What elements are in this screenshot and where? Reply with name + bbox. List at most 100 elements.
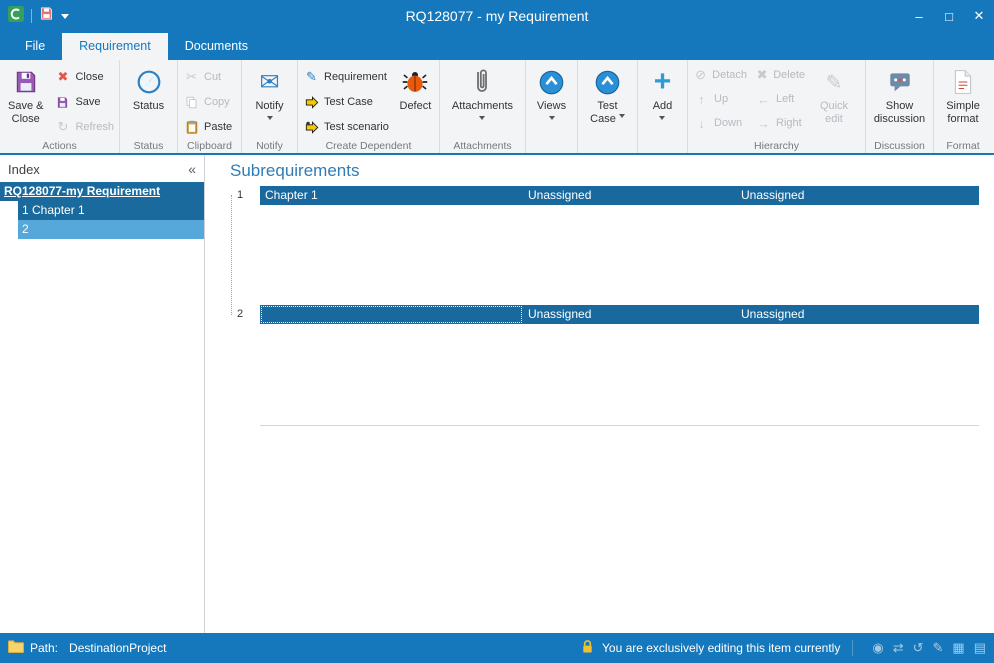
- status-compass-icon: [136, 66, 162, 98]
- quick-access-chevron-icon[interactable]: [61, 14, 69, 23]
- pencil-icon[interactable]: ✎: [933, 640, 944, 656]
- group-label-create-dependent: Create Dependent: [298, 140, 439, 153]
- tab-requirement[interactable]: Requirement: [62, 33, 168, 60]
- dropdown-chevron-icon: [479, 116, 485, 123]
- collapse-sidebar-icon[interactable]: «: [188, 161, 196, 177]
- close-window-button[interactable]: ✕: [964, 0, 994, 32]
- refresh-button[interactable]: ↻ Refresh: [50, 117, 118, 137]
- group-label-attachments: Attachments: [440, 140, 525, 153]
- show-discussion-button[interactable]: Show discussion: [869, 62, 931, 140]
- quick-save-icon[interactable]: [39, 6, 54, 26]
- test-case-arrow-icon: [303, 95, 320, 109]
- delete-button[interactable]: ✖ Delete: [751, 65, 809, 85]
- tab-documents[interactable]: Documents: [168, 33, 265, 60]
- window-controls: – □ ✕: [904, 0, 994, 32]
- tree-item-2[interactable]: 2: [18, 220, 204, 239]
- dropdown-chevron-icon: [267, 116, 273, 123]
- move-right-button[interactable]: → Right: [751, 113, 809, 133]
- subrequirement-row[interactable]: Chapter 1 Unassigned Unassigned: [260, 186, 979, 205]
- close-item-button[interactable]: ✖ Close: [50, 67, 118, 87]
- subrequirement-row[interactable]: Unassigned Unassigned: [260, 305, 979, 324]
- ribbon-group-discussion: Show discussion Discussion: [866, 60, 934, 153]
- save-and-close-button[interactable]: Save & Close: [1, 62, 50, 140]
- titlebar: RQ128077 - my Requirement – □ ✕: [0, 0, 994, 32]
- app-window: RQ128077 - my Requirement – □ ✕ File Req…: [0, 0, 994, 663]
- target-icon[interactable]: ◉: [872, 640, 883, 656]
- maximize-button[interactable]: □: [934, 0, 964, 32]
- minimize-button[interactable]: –: [904, 0, 934, 32]
- detach-icon: ⊘: [693, 67, 708, 83]
- section-divider: [260, 425, 979, 426]
- ribbon-group-add: + Add: [638, 60, 688, 153]
- row-assignee-cell[interactable]: Unassigned: [523, 186, 736, 205]
- quick-access-toolbar: [0, 6, 69, 27]
- titlebar-separator: [31, 9, 32, 23]
- copy-icon: [183, 96, 200, 109]
- ribbon-group-notify: ✉ Notify Notify: [242, 60, 298, 153]
- speech-bubble-icon: [887, 66, 913, 98]
- swap-arrows-icon[interactable]: ⇄: [893, 640, 904, 656]
- views-sphere-icon: [538, 66, 565, 98]
- simple-format-button[interactable]: Simple format: [937, 62, 989, 140]
- tree-item-requirement-root[interactable]: RQ128077-my Requirement: [0, 182, 204, 201]
- ribbon-group-attachments: Attachments Attachments: [440, 60, 526, 153]
- move-down-button[interactable]: ↓ Down: [689, 113, 751, 133]
- attachments-button[interactable]: Attachments: [450, 62, 515, 140]
- row-name-cell-focused[interactable]: [260, 305, 523, 324]
- notify-button[interactable]: ✉ Notify: [253, 62, 285, 140]
- exclusive-editing-notice: You are exclusively editing this item cu…: [602, 641, 840, 655]
- section-heading: Subrequirements: [230, 161, 359, 181]
- row-assignee-cell[interactable]: Unassigned: [736, 305, 979, 324]
- create-requirement-button[interactable]: ✎ Requirement: [299, 67, 393, 87]
- lock-icon: [581, 639, 594, 657]
- subrequirements-panel: Subrequirements 1 Chapter 1 Unassigned U…: [205, 155, 994, 633]
- create-test-case-button[interactable]: Test Case: [299, 92, 393, 112]
- test-case-button[interactable]: Test Case: [583, 62, 633, 140]
- scissors-icon: ✂: [183, 69, 200, 85]
- status-button[interactable]: Status: [131, 62, 166, 140]
- app-icon[interactable]: [8, 6, 24, 27]
- index-sidebar: Index « RQ128077-my Requirement 1 Chapte…: [0, 155, 205, 633]
- group-label-discussion: Discussion: [866, 140, 933, 153]
- create-test-scenario-button[interactable]: Test scenario: [299, 117, 393, 137]
- pencil-icon: ✎: [826, 66, 843, 98]
- move-up-button[interactable]: ↑ Up: [689, 89, 751, 109]
- paste-button[interactable]: Paste: [179, 117, 236, 137]
- pen-icon: ✎: [303, 69, 320, 85]
- dropdown-chevron-icon: [659, 116, 665, 123]
- row-assignee-cell[interactable]: Unassigned: [736, 186, 979, 205]
- path-label: Path:: [30, 641, 58, 655]
- save-icon: [13, 66, 39, 98]
- rows-icon[interactable]: ▤: [974, 640, 986, 656]
- create-defect-button[interactable]: Defect: [393, 62, 438, 140]
- save-button[interactable]: Save: [50, 92, 118, 112]
- ribbon-group-hierarchy: ⊘ Detach ✖ Delete ↑ Up ← Left: [688, 60, 866, 153]
- ribbon-group-views: Views: [526, 60, 578, 153]
- row-assignee-cell[interactable]: Unassigned: [523, 305, 736, 324]
- add-button[interactable]: + Add: [651, 62, 675, 140]
- group-label-status: Status: [120, 140, 177, 153]
- group-label-notify: Notify: [242, 140, 297, 153]
- row-name-cell[interactable]: Chapter 1: [260, 186, 523, 205]
- dropdown-chevron-icon: [619, 114, 625, 121]
- copy-button[interactable]: Copy: [179, 92, 236, 112]
- ribbon-group-create-dependent: ✎ Requirement Test Case Test scenario De…: [298, 60, 440, 153]
- move-left-button[interactable]: ← Left: [751, 89, 809, 109]
- refresh-icon: ↻: [54, 119, 71, 135]
- dropdown-chevron-icon: [549, 116, 555, 123]
- tab-file[interactable]: File: [8, 33, 62, 60]
- undo-icon[interactable]: ↺: [913, 640, 924, 656]
- test-case-sphere-icon: [594, 66, 621, 98]
- tree-connector-line: [231, 195, 232, 315]
- delete-icon: ✖: [755, 67, 769, 83]
- group-label-clipboard: Clipboard: [178, 140, 241, 153]
- tree-item-chapter-1[interactable]: 1 Chapter 1: [18, 201, 204, 220]
- detach-button[interactable]: ⊘ Detach: [689, 65, 751, 85]
- close-icon: ✖: [54, 69, 71, 85]
- views-button[interactable]: Views: [535, 62, 568, 140]
- ribbon-group-clipboard: ✂ Cut Copy Paste Clipboard: [178, 60, 242, 153]
- quick-edit-button[interactable]: ✎ Quick edit: [809, 62, 859, 140]
- ribbon-tab-bar: File Requirement Documents: [0, 32, 994, 60]
- grid-icon[interactable]: ▦: [952, 640, 964, 656]
- cut-button[interactable]: ✂ Cut: [179, 67, 236, 87]
